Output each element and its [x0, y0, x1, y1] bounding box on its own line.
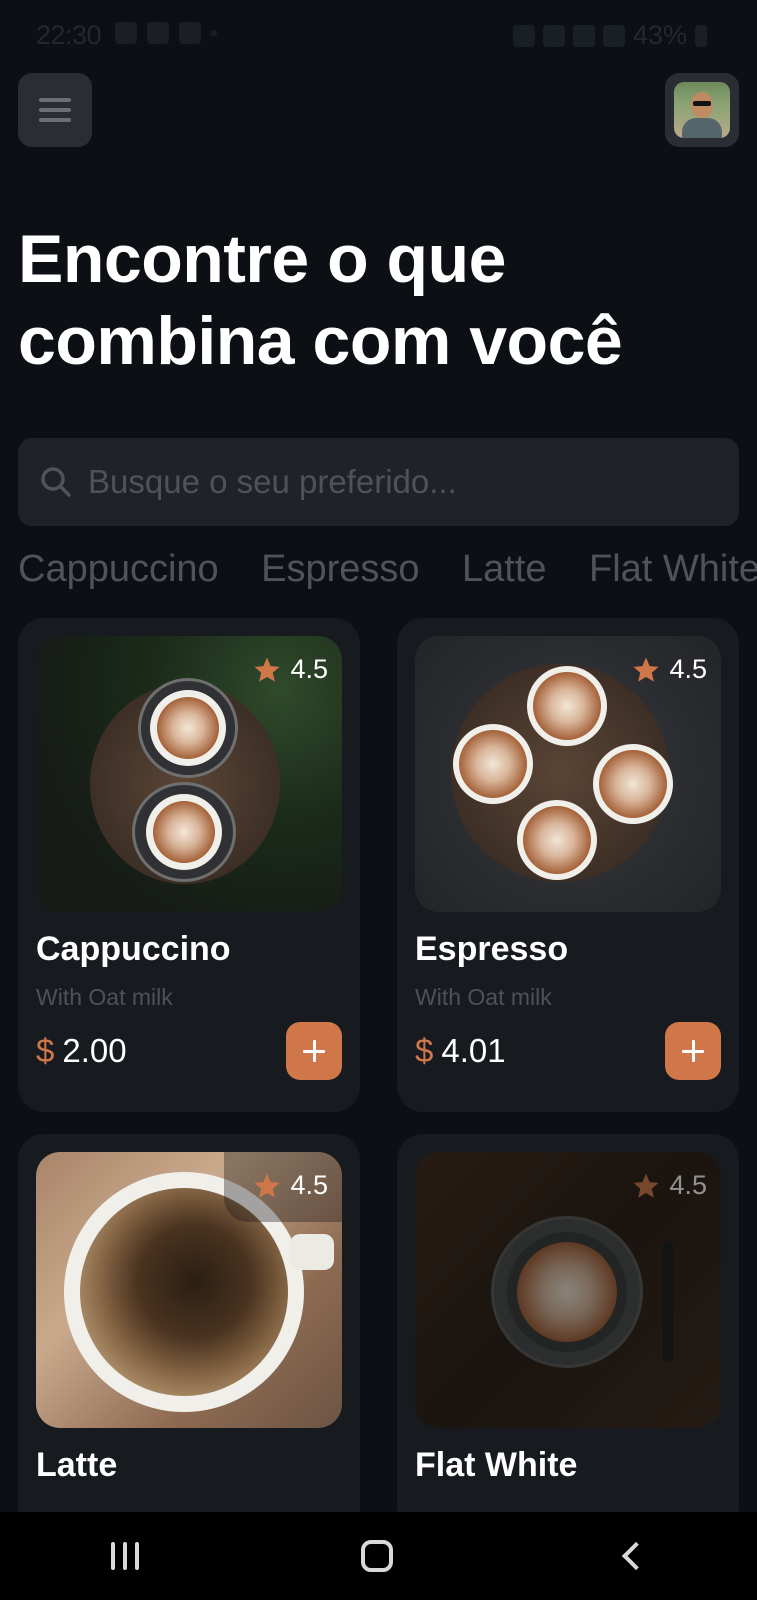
star-icon [633, 657, 659, 682]
foam-shape [523, 806, 591, 874]
plus-icon [682, 1040, 704, 1062]
star-icon [254, 1173, 280, 1198]
bluetooth-icon [542, 24, 565, 47]
product-image: 4.5 [36, 636, 342, 912]
tab-espresso[interactable]: Espresso [261, 548, 419, 591]
profile-button[interactable] [665, 73, 739, 147]
foam-shape [157, 697, 219, 759]
currency-symbol: $ [36, 1032, 55, 1069]
foam-shape [599, 750, 667, 818]
tab-latte[interactable]: Latte [462, 548, 547, 591]
foam-shape [459, 730, 527, 798]
battery-level: 43% [632, 20, 687, 50]
add-to-cart-button[interactable] [665, 1022, 721, 1080]
tab-cappuccino[interactable]: Cappuccino [18, 548, 219, 591]
rating-value: 4.5 [290, 654, 328, 684]
search-bar[interactable] [18, 438, 739, 526]
product-image: 4.5 [415, 1152, 721, 1428]
foam-shape [533, 672, 601, 740]
product-name: Latte [36, 1446, 118, 1484]
status-system-icons: 43% [512, 20, 707, 51]
search-icon [41, 467, 71, 497]
plus-icon [303, 1040, 325, 1062]
cup-handle-shape [290, 1234, 334, 1270]
category-tabs: Cappuccino Espresso Latte Flat White [18, 548, 757, 604]
rating-value: 4.5 [669, 654, 707, 684]
battery-icon [695, 24, 707, 47]
product-subtitle: With Oat milk [36, 984, 173, 1010]
rating: 4.5 [252, 1170, 328, 1201]
menu-icon-line [39, 108, 71, 112]
product-price: $4.01 [415, 1032, 506, 1070]
app-icon [147, 22, 169, 44]
rating: 4.5 [631, 654, 707, 685]
price-value: 4.01 [441, 1032, 506, 1069]
product-card[interactable]: 4.5 Cappuccino With Oat milk $2.00 [18, 618, 360, 1112]
status-time: 22:30 [36, 20, 102, 50]
wifi-icon [602, 24, 625, 47]
product-image: 4.5 [36, 1152, 342, 1428]
product-subtitle: With Oat milk [415, 984, 552, 1010]
avatar-sunglasses [693, 101, 711, 106]
product-name: Cappuccino [36, 930, 231, 968]
notification-icon [115, 22, 137, 44]
status-notification-icons [115, 22, 217, 44]
image-dim-overlay [415, 1152, 721, 1428]
nav-recent-icon[interactable] [111, 1542, 140, 1570]
page-title: Encontre o que combina com você [18, 221, 623, 379]
mute-icon [572, 24, 595, 47]
product-price: $2.00 [36, 1032, 127, 1070]
currency-symbol: $ [415, 1032, 434, 1069]
status-bar: 22:30 43% [0, 0, 757, 72]
product-card[interactable]: 4.5 Flat White [397, 1134, 739, 1534]
app-icon [179, 22, 201, 44]
product-name: Flat White [415, 1446, 578, 1484]
foam-shape [153, 801, 215, 863]
rating-value: 4.5 [290, 1170, 328, 1200]
star-icon [254, 657, 280, 682]
dot-icon [211, 30, 217, 36]
price-value: 2.00 [62, 1032, 127, 1069]
system-nav-bar [0, 1512, 757, 1600]
product-image: 4.5 [415, 636, 721, 912]
avatar [674, 82, 730, 138]
add-to-cart-button[interactable] [286, 1022, 342, 1080]
menu-button[interactable] [18, 73, 92, 147]
avatar-shirt [682, 118, 722, 138]
search-input[interactable] [88, 463, 739, 501]
nav-home-icon[interactable] [361, 1540, 394, 1572]
alarm-icon [512, 24, 535, 47]
menu-icon [39, 98, 71, 102]
rating: 4.5 [252, 654, 328, 685]
menu-icon-line [39, 118, 71, 122]
product-card[interactable]: 4.5 Espresso With Oat milk $4.01 [397, 618, 739, 1112]
product-name: Espresso [415, 930, 569, 968]
tab-flat-white[interactable]: Flat White [589, 548, 757, 591]
nav-back-icon[interactable] [621, 1541, 650, 1571]
product-card[interactable]: 4.5 Latte [18, 1134, 360, 1534]
